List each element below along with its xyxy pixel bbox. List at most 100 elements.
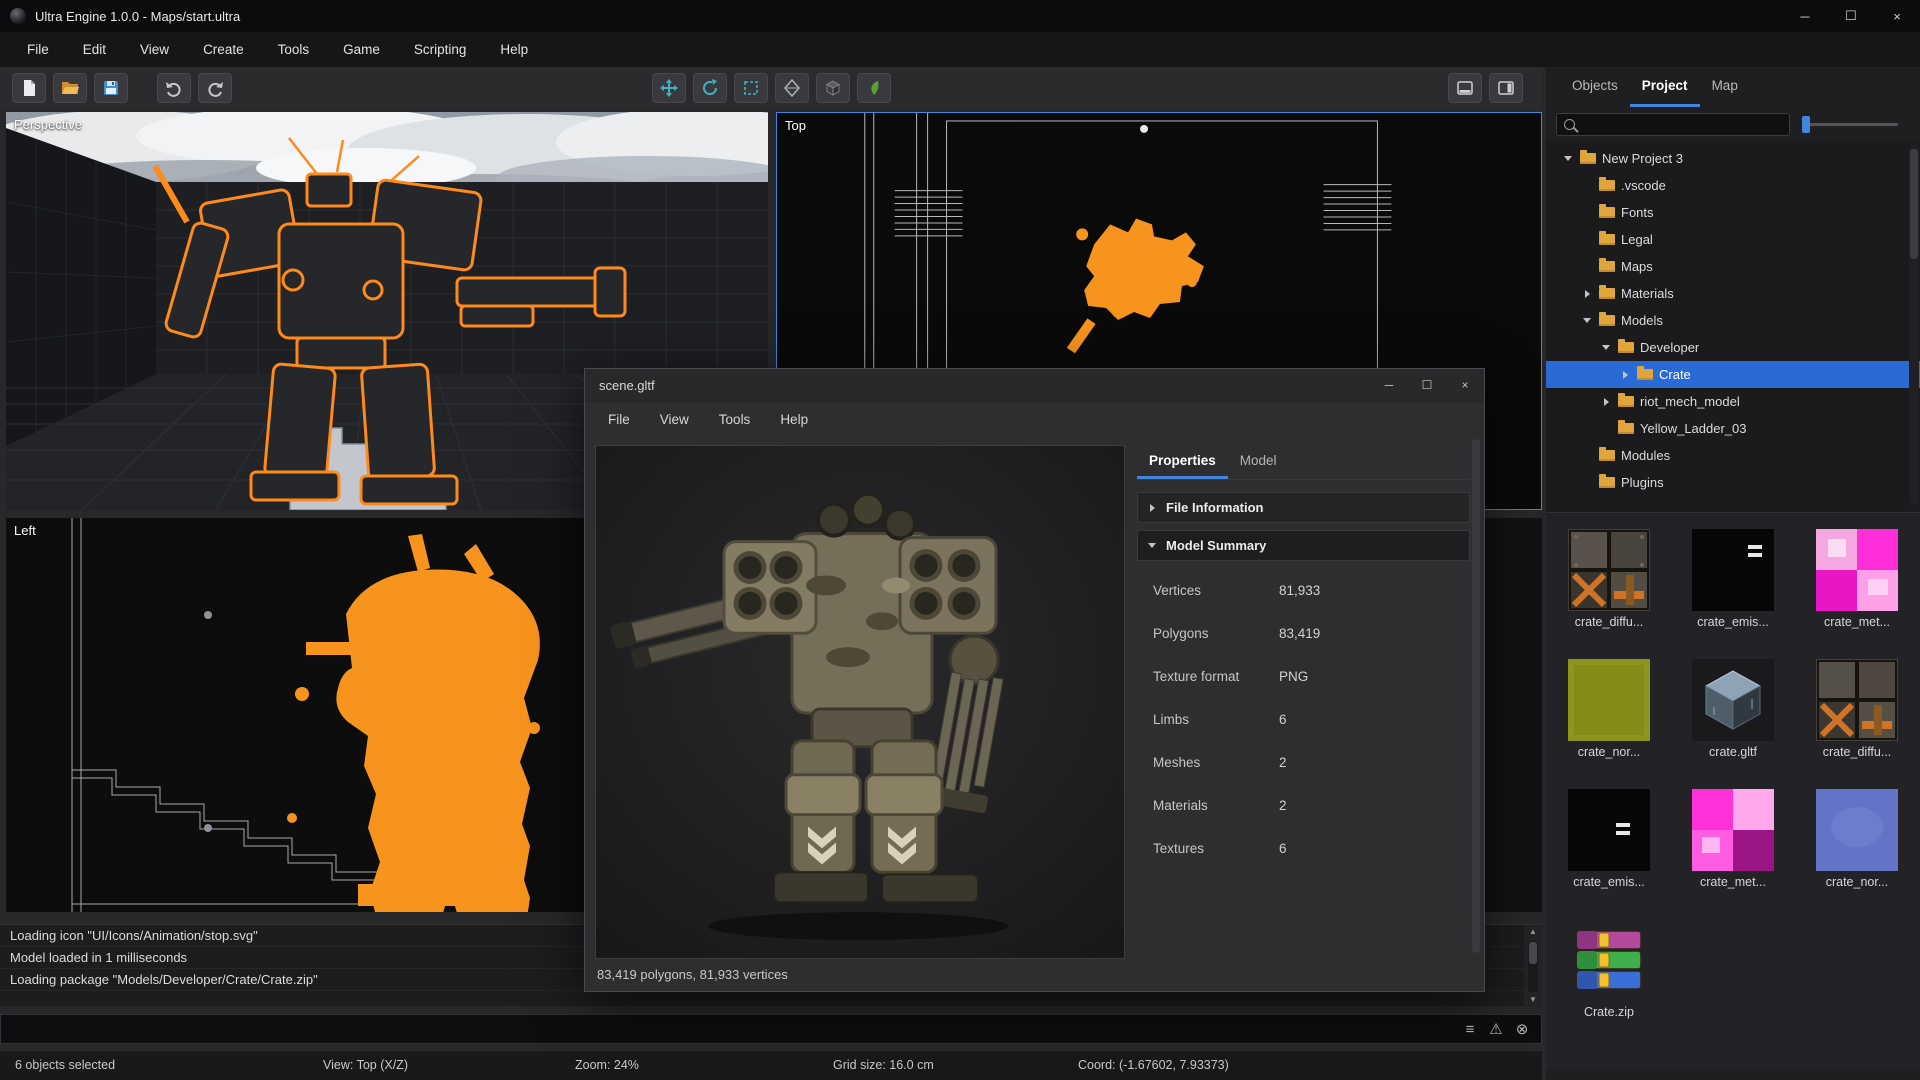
slider-handle[interactable] xyxy=(1802,115,1810,133)
model-window-tabs: Properties Model xyxy=(1137,445,1470,480)
minimize-button[interactable]: ─ xyxy=(1782,0,1828,32)
maximize-button[interactable]: ☐ xyxy=(1828,0,1874,32)
scrollbar-thumb[interactable] xyxy=(1910,149,1918,259)
tree-item-maps[interactable]: Maps xyxy=(1546,253,1920,280)
model-window-scrollbar[interactable] xyxy=(1472,439,1480,953)
warnings-icon[interactable]: ⚠ xyxy=(1483,1020,1509,1038)
tab-model[interactable]: Model xyxy=(1228,445,1289,479)
scroll-down-icon[interactable]: ▼ xyxy=(1529,993,1537,1007)
undo-button[interactable] xyxy=(157,73,191,103)
asset-label: Crate.zip xyxy=(1583,1005,1635,1019)
search-input[interactable] xyxy=(1581,116,1782,132)
tree-item-riot-mech-model[interactable]: riot_mech_model xyxy=(1546,388,1920,415)
log-list-icon[interactable]: ≡ xyxy=(1457,1021,1483,1038)
asset-label: crate_diffu... xyxy=(1822,745,1892,759)
layout-right-pane-button[interactable] xyxy=(1489,73,1523,103)
asset-label: crate_nor... xyxy=(1577,745,1641,759)
redo-button[interactable] xyxy=(198,73,232,103)
menu-edit[interactable]: Edit xyxy=(66,32,123,67)
command-input[interactable] xyxy=(1,1015,1457,1043)
terrain-paint-tool-button[interactable] xyxy=(857,73,891,103)
clear-console-icon[interactable]: ⊗ xyxy=(1509,1020,1535,1038)
save-button[interactable] xyxy=(94,73,128,103)
model-window-maximize-button[interactable]: ☐ xyxy=(1408,369,1446,401)
thumbnail-size-slider[interactable] xyxy=(1802,115,1898,133)
tab-project[interactable]: Project xyxy=(1629,67,1700,107)
tree-item-new-project-3[interactable]: New Project 3 xyxy=(1546,145,1920,172)
tab-map[interactable]: Map xyxy=(1700,67,1750,107)
menu-game[interactable]: Game xyxy=(326,32,397,67)
tree-label: Maps xyxy=(1621,259,1653,274)
tree-scrollbar[interactable] xyxy=(1909,145,1919,505)
panel-tabs: Objects Project Map xyxy=(1546,67,1920,107)
model-window-minimize-button[interactable]: ─ xyxy=(1370,369,1408,401)
tab-objects[interactable]: Objects xyxy=(1560,67,1630,107)
expand-arrow-icon[interactable] xyxy=(1581,288,1593,300)
asset-crate-gltf[interactable]: crate.gltf xyxy=(1671,659,1795,789)
new-file-button[interactable] xyxy=(12,73,46,103)
face-tool-button[interactable] xyxy=(775,73,809,103)
expand-arrow-icon[interactable] xyxy=(1600,396,1612,408)
scroll-up-icon[interactable]: ▲ xyxy=(1529,925,1537,939)
asset-label: crate_diffu... xyxy=(1574,615,1644,629)
model-menu-view[interactable]: View xyxy=(645,402,704,438)
model-preview[interactable] xyxy=(595,445,1125,959)
asset-crate-diffuse[interactable]: crate_diffu... xyxy=(1547,529,1671,659)
tree-item-fonts[interactable]: Fonts xyxy=(1546,199,1920,226)
open-folder-button[interactable] xyxy=(53,73,87,103)
asset-crate-zip[interactable]: Crate.zip xyxy=(1547,919,1671,1049)
menu-view[interactable]: View xyxy=(123,32,186,67)
section-model-summary[interactable]: Model Summary xyxy=(1137,530,1470,561)
rotate-tool-button[interactable] xyxy=(693,73,727,103)
expand-arrow-icon[interactable] xyxy=(1146,540,1158,552)
tree-item-models[interactable]: Models xyxy=(1546,307,1920,334)
asset-crate-normal-blue[interactable]: crate_nor... xyxy=(1795,789,1919,919)
tab-properties[interactable]: Properties xyxy=(1137,445,1228,479)
console-scrollbar[interactable]: ▲ ▼ xyxy=(1524,925,1542,1007)
save-icon xyxy=(104,81,118,95)
menu-file[interactable]: File xyxy=(10,32,66,67)
scrollbar-thumb[interactable] xyxy=(1529,942,1537,964)
model-menu-file[interactable]: File xyxy=(593,402,645,438)
menu-scripting[interactable]: Scripting xyxy=(397,32,484,67)
asset-label: crate.gltf xyxy=(1709,745,1757,759)
tree-item-vscode[interactable]: .vscode xyxy=(1546,172,1920,199)
close-button[interactable]: × xyxy=(1874,0,1920,32)
tree-item-modules[interactable]: Modules xyxy=(1546,442,1920,469)
asset-crate-emissive[interactable]: crate_emis... xyxy=(1671,529,1795,659)
model-window-close-button[interactable]: × xyxy=(1446,369,1484,401)
folder-icon xyxy=(1618,420,1634,434)
model-menu-help[interactable]: Help xyxy=(765,402,823,438)
menu-create[interactable]: Create xyxy=(186,32,261,67)
layout-bottom-pane-button[interactable] xyxy=(1448,73,1482,103)
asset-crate-normal-olive[interactable]: crate_nor... xyxy=(1547,659,1671,789)
expand-arrow-icon[interactable] xyxy=(1562,153,1574,165)
model-thumbnail xyxy=(1692,659,1774,741)
search-box[interactable] xyxy=(1556,112,1790,136)
tree-item-plugins[interactable]: Plugins xyxy=(1546,469,1920,496)
folder-icon xyxy=(1618,393,1634,407)
cube-tool-button[interactable] xyxy=(816,73,850,103)
tree-item-developer[interactable]: Developer xyxy=(1546,334,1920,361)
menu-tools[interactable]: Tools xyxy=(261,32,327,67)
asset-crate-metal-2[interactable]: crate_met... xyxy=(1671,789,1795,919)
move-tool-button[interactable] xyxy=(652,73,686,103)
tree-item-yellow-ladder-03[interactable]: Yellow_Ladder_03 xyxy=(1546,415,1920,442)
tree-item-materials[interactable]: Materials xyxy=(1546,280,1920,307)
asset-crate-emissive-2[interactable]: crate_emis... xyxy=(1547,789,1671,919)
status-view: View: Top (X/Z) xyxy=(323,1058,408,1072)
tree-label: .vscode xyxy=(1621,178,1666,193)
tree-item-legal[interactable]: Legal xyxy=(1546,226,1920,253)
asset-crate-metal[interactable]: crate_met... xyxy=(1795,529,1919,659)
box-select-tool-button[interactable] xyxy=(734,73,768,103)
tree-item-crate[interactable]: Crate xyxy=(1546,361,1920,388)
expand-arrow-icon[interactable] xyxy=(1619,369,1631,381)
model-menu-tools[interactable]: Tools xyxy=(704,402,766,438)
expand-arrow-icon[interactable] xyxy=(1146,502,1158,514)
menu-help[interactable]: Help xyxy=(483,32,545,67)
expand-arrow-icon[interactable] xyxy=(1581,315,1593,327)
section-file-information[interactable]: File Information xyxy=(1137,492,1470,523)
model-window-titlebar[interactable]: scene.gltf ─ ☐ × xyxy=(585,369,1484,402)
expand-arrow-icon[interactable] xyxy=(1600,342,1612,354)
asset-crate-diffuse-2[interactable]: crate_diffu... xyxy=(1795,659,1919,789)
